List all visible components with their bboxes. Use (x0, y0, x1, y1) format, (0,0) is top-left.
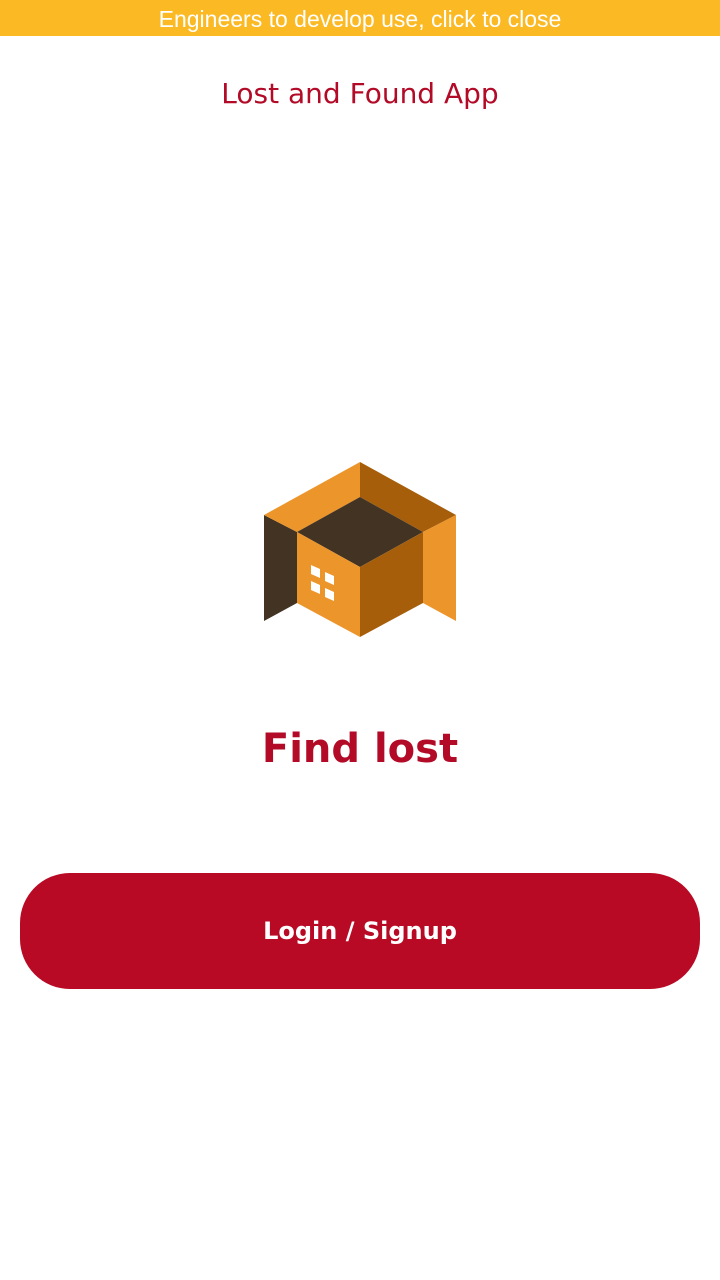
login-signup-button[interactable]: Login / Signup (20, 873, 700, 989)
page-title: Lost and Found App (221, 77, 499, 110)
tagline: Find lost (261, 726, 459, 772)
box-right-flap (423, 515, 456, 621)
dev-mode-banner-text: Engineers to develop use, click to close (158, 6, 562, 32)
dev-mode-banner[interactable]: Engineers to develop use, click to close (0, 0, 720, 36)
box-left-flap (264, 515, 297, 621)
open-box-house-icon (264, 462, 456, 637)
